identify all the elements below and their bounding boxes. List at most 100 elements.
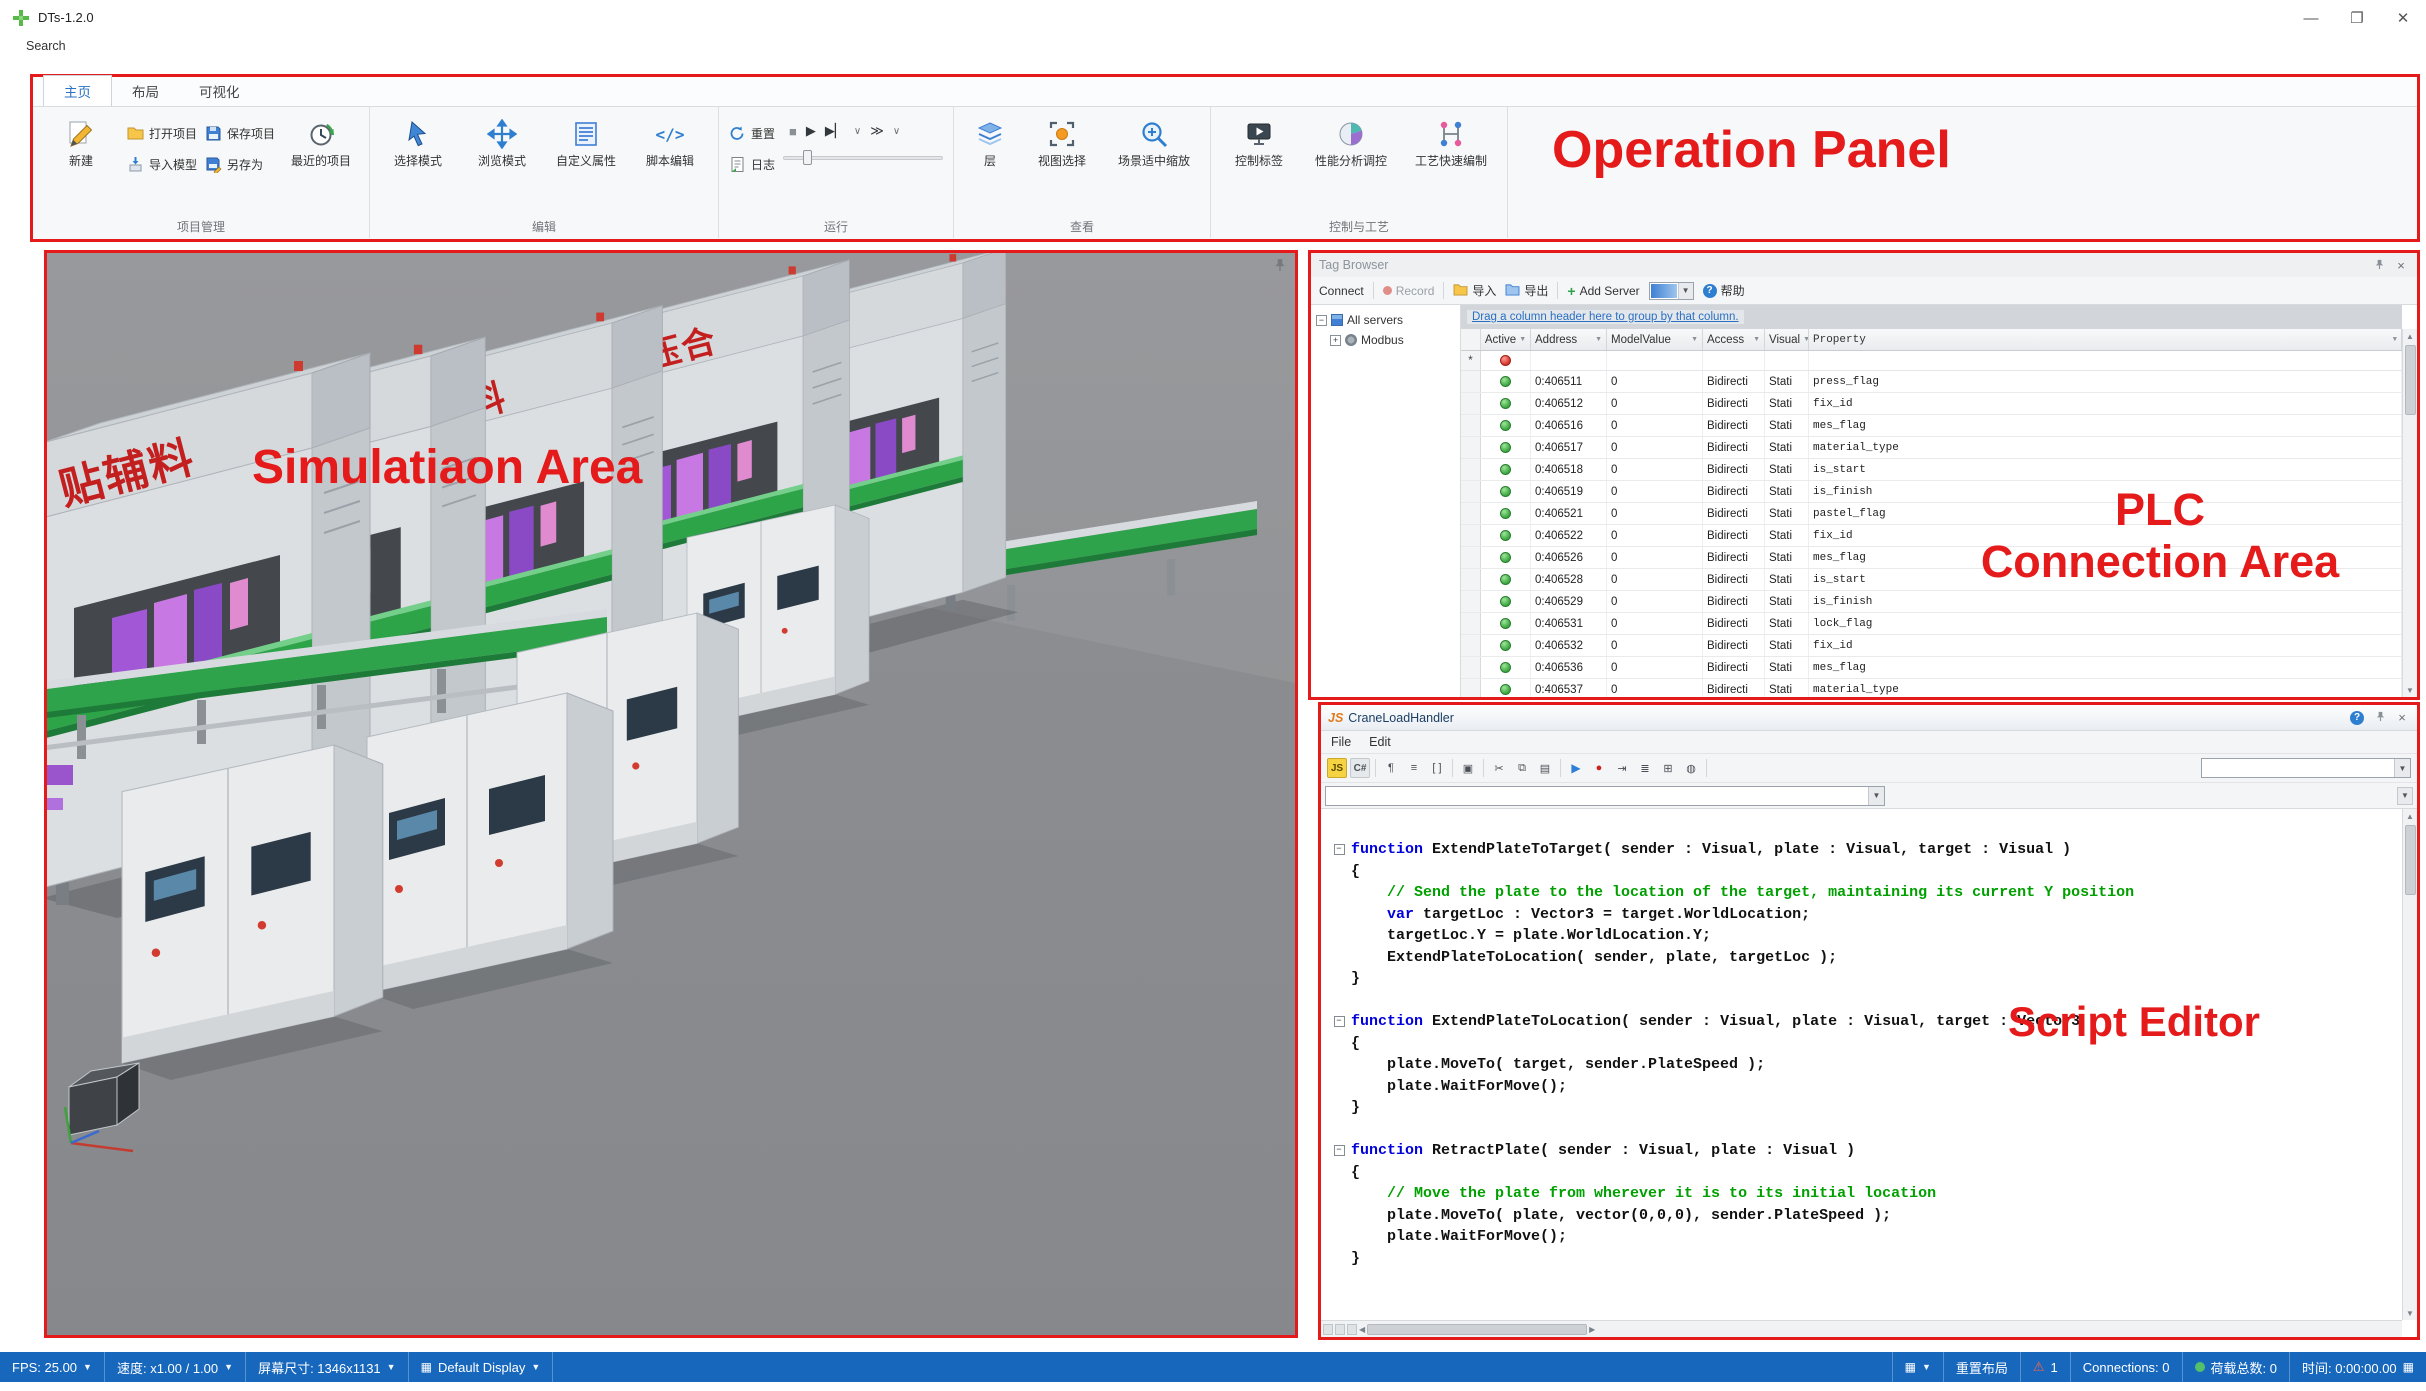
select-mode-button[interactable]: 选择模式 (380, 111, 456, 169)
play-button[interactable]: ▶ (806, 123, 816, 139)
outline-icon[interactable]: ⊞ (1658, 758, 1678, 778)
control-cabinet-near-right[interactable] (367, 693, 613, 1009)
export-button[interactable]: 导出 (1505, 282, 1548, 299)
log-button[interactable]: 日志 (729, 156, 775, 173)
scroll-up-icon[interactable]: ▲ (2406, 329, 2414, 343)
tag-new-row[interactable]: * (1461, 351, 2402, 371)
menu-file[interactable]: File (1331, 735, 1351, 749)
fold-collapse-icon[interactable]: − (1334, 1016, 1345, 1027)
tag-row[interactable]: 0:4065280BidirectiStatiis_start (1461, 569, 2402, 591)
fit-zoom-button[interactable]: 场景适中缩放 (1108, 111, 1200, 169)
tag-row[interactable]: 0:4065190BidirectiStatiis_finish (1461, 481, 2402, 503)
script-edit-button[interactable]: </> 脚本编辑 (632, 111, 708, 169)
minimize-button[interactable]: — (2288, 0, 2334, 36)
close-button[interactable]: ✕ (2380, 0, 2426, 36)
simulation-viewport[interactable]: 点胶 TP压合 贴辅料 锁螺丝 贴辅料 (44, 250, 1298, 1338)
tag-row[interactable]: 0:4065320BidirectiStatifix_id (1461, 635, 2402, 657)
tag-row[interactable]: 0:4065120BidirectiStatifix_id (1461, 393, 2402, 415)
splitter-box[interactable] (1335, 1324, 1345, 1335)
brackets-icon[interactable]: [ ] (1427, 758, 1447, 778)
close-icon[interactable]: × (2393, 258, 2409, 273)
copy-icon[interactable]: ⧉ (1512, 758, 1532, 778)
help-button[interactable]: ? 帮助 (1703, 282, 1745, 299)
view-select-button[interactable]: 视图选择 (1024, 111, 1100, 169)
tab-layout[interactable]: 布局 (112, 76, 179, 106)
run-script-icon[interactable]: ▶ (1566, 758, 1586, 778)
column-header-access[interactable]: Access▼ (1703, 329, 1765, 350)
breakpoint-list-icon[interactable]: ≣ (1635, 758, 1655, 778)
scroll-thumb[interactable] (2405, 825, 2416, 895)
column-header-modelvalue[interactable]: ModelValue▼ (1607, 329, 1703, 350)
pin-icon[interactable] (2372, 710, 2388, 725)
performance-analysis-button[interactable]: 性能分析调控 (1305, 111, 1397, 169)
cut-icon[interactable]: ✂ (1489, 758, 1509, 778)
scroll-down-icon[interactable]: ▼ (2406, 1306, 2414, 1320)
import-model-button[interactable]: 导入模型 (127, 156, 197, 173)
import-button[interactable]: 导入 (1453, 282, 1496, 299)
column-header-visual[interactable]: Visual▼ (1765, 329, 1809, 350)
tree-item-modbus[interactable]: + Modbus (1316, 330, 1455, 350)
step-forward-button[interactable]: ▶▏ (825, 123, 845, 139)
tag-row[interactable]: 0:4065180BidirectiStatiis_start (1461, 459, 2402, 481)
column-header-active[interactable]: Active▼ (1481, 329, 1531, 350)
step-options-caret[interactable]: ∨ (854, 126, 861, 137)
layers-button[interactable]: 层 (964, 111, 1016, 169)
save-as-button[interactable]: 另存为 (205, 156, 275, 173)
scroll-left-icon[interactable]: ◀ (1359, 1325, 1365, 1334)
splitter-box[interactable] (1347, 1324, 1357, 1335)
filter-funnel-icon[interactable]: ▼ (1691, 336, 1698, 343)
maximize-button[interactable]: ❐ (2334, 0, 2380, 36)
scroll-up-icon[interactable]: ▲ (2406, 809, 2414, 823)
record-macro-icon[interactable]: ● (1589, 758, 1609, 778)
new-project-button[interactable]: 新建 (43, 111, 119, 169)
csharp-mode-icon[interactable]: C# (1350, 758, 1370, 778)
control-tags-button[interactable]: 控制标签 (1221, 111, 1297, 169)
tag-scrollbar[interactable]: ▲ ▼ (2402, 329, 2417, 697)
warning-indicator[interactable]: ⚠ 1 (2020, 1352, 2070, 1382)
save-icon[interactable]: ▣ (1458, 758, 1478, 778)
tag-row[interactable]: 0:4065370BidirectiStatimaterial_type (1461, 679, 2402, 697)
layout-grid-button[interactable]: ▦ ▼ (1892, 1352, 1943, 1382)
scroll-thumb[interactable] (1367, 1324, 1587, 1335)
custom-properties-button[interactable]: 自定义属性 (548, 111, 624, 169)
tag-row[interactable]: 0:4065110BidirectiStatipress_flag (1461, 371, 2402, 393)
tag-row[interactable]: 0:4065160BidirectiStatimes_flag (1461, 415, 2402, 437)
speed-options-caret[interactable]: ∨ (893, 126, 900, 137)
column-header-property[interactable]: Property▼ (1809, 329, 2402, 350)
tab-home[interactable]: 主页 (43, 75, 112, 106)
simulation-speed-slider[interactable] (783, 149, 943, 167)
format-lines-icon[interactable]: ≡ (1404, 758, 1424, 778)
collapse-icon[interactable]: − (1316, 315, 1327, 326)
tag-row[interactable]: 0:4065290BidirectiStatiis_finish (1461, 591, 2402, 613)
recent-projects-button[interactable]: 最近的项目 (283, 111, 359, 169)
open-project-button[interactable]: 打开项目 (127, 125, 197, 142)
fps-indicator[interactable]: FPS: 25.00 ▼ (0, 1352, 105, 1382)
expand-icon[interactable]: + (1330, 335, 1341, 346)
menu-edit[interactable]: Edit (1369, 735, 1391, 749)
style-combo[interactable]: ▼ (1649, 282, 1694, 300)
code-horizontal-scrollbar[interactable]: ◀ ▶ (1321, 1320, 2402, 1337)
reset-button[interactable]: 重置 (729, 125, 775, 142)
control-cabinet-near[interactable] (122, 745, 383, 1080)
record-button[interactable]: Record (1383, 284, 1435, 298)
tag-row[interactable]: 0:4065220BidirectiStatifix_id (1461, 525, 2402, 547)
scroll-thumb[interactable] (2405, 345, 2416, 415)
filter-funnel-icon[interactable]: ▼ (1519, 336, 1526, 343)
filter-funnel-icon[interactable]: ▼ (2393, 336, 2397, 344)
globe-icon[interactable]: ◍ (1681, 758, 1701, 778)
save-project-button[interactable]: 保存项目 (205, 125, 275, 142)
speed-indicator[interactable]: 速度: x1.00 / 1.00 ▼ (105, 1352, 246, 1382)
splitter-box[interactable] (1323, 1324, 1333, 1335)
close-icon[interactable]: × (2394, 710, 2410, 725)
menu-search[interactable]: Search (26, 39, 66, 53)
reset-layout-button[interactable]: 重置布局 (1943, 1352, 2020, 1382)
fold-collapse-icon[interactable]: − (1334, 1145, 1345, 1156)
code-editor[interactable]: −function ExtendPlateToTarget( sender : … (1321, 809, 2417, 1337)
help-icon[interactable]: ? (2350, 711, 2366, 725)
paste-icon[interactable]: ▤ (1535, 758, 1555, 778)
tag-row[interactable]: 0:4065170BidirectiStatimaterial_type (1461, 437, 2402, 459)
fold-collapse-icon[interactable]: − (1334, 844, 1345, 855)
event-selector-caret[interactable]: ▼ (2397, 787, 2413, 805)
code-vertical-scrollbar[interactable]: ▲ ▼ (2402, 809, 2417, 1320)
code-text-area[interactable]: −function ExtendPlateToTarget( sender : … (1321, 809, 2402, 1320)
